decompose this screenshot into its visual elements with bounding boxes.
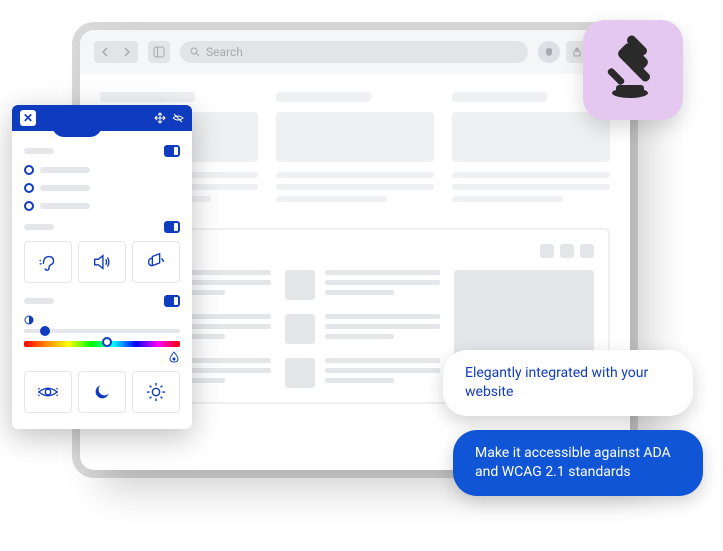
widget-header: ✕ — [12, 105, 192, 131]
bubble-integrated: Elegantly integrated with your website — [443, 350, 693, 416]
ear-icon[interactable] — [24, 241, 72, 283]
bubble-text: Make it accessible against ADA and WCAG … — [475, 445, 671, 480]
gavel-badge — [583, 20, 683, 120]
search-placeholder: Search — [206, 45, 243, 59]
moon-icon[interactable] — [78, 371, 126, 413]
section-toggle-2[interactable] — [164, 221, 180, 233]
section-toggle-1[interactable] — [164, 145, 180, 157]
section-toggle-3[interactable] — [164, 295, 180, 307]
contrast-icon — [24, 315, 34, 325]
browser-toolbar: Search — [80, 30, 630, 74]
close-button[interactable]: ✕ — [20, 110, 36, 126]
gavel-icon — [598, 35, 668, 105]
bubble-accessible: Make it accessible against ADA and WCAG … — [453, 430, 703, 496]
widget-tab — [52, 105, 102, 137]
color-slider[interactable] — [24, 341, 180, 363]
accessibility-widget: ✕ — [12, 105, 192, 429]
back-button[interactable] — [94, 41, 116, 63]
move-icon[interactable] — [154, 109, 166, 128]
speaker-icon[interactable] — [78, 241, 126, 283]
microphone-icon[interactable] — [132, 241, 180, 283]
bubble-text: Elegantly integrated with your website — [465, 365, 648, 400]
search-icon — [190, 47, 200, 57]
contrast-slider[interactable] — [24, 315, 180, 333]
eye-icon[interactable] — [24, 371, 72, 413]
sun-icon[interactable] — [132, 371, 180, 413]
forward-button[interactable] — [116, 41, 138, 63]
shield-button[interactable] — [538, 41, 560, 63]
sidebar-toggle[interactable] — [148, 41, 170, 63]
nav-buttons — [94, 41, 138, 63]
eye-off-icon[interactable] — [172, 109, 184, 128]
search-bar[interactable]: Search — [180, 41, 528, 63]
droplet-icon — [168, 351, 180, 363]
